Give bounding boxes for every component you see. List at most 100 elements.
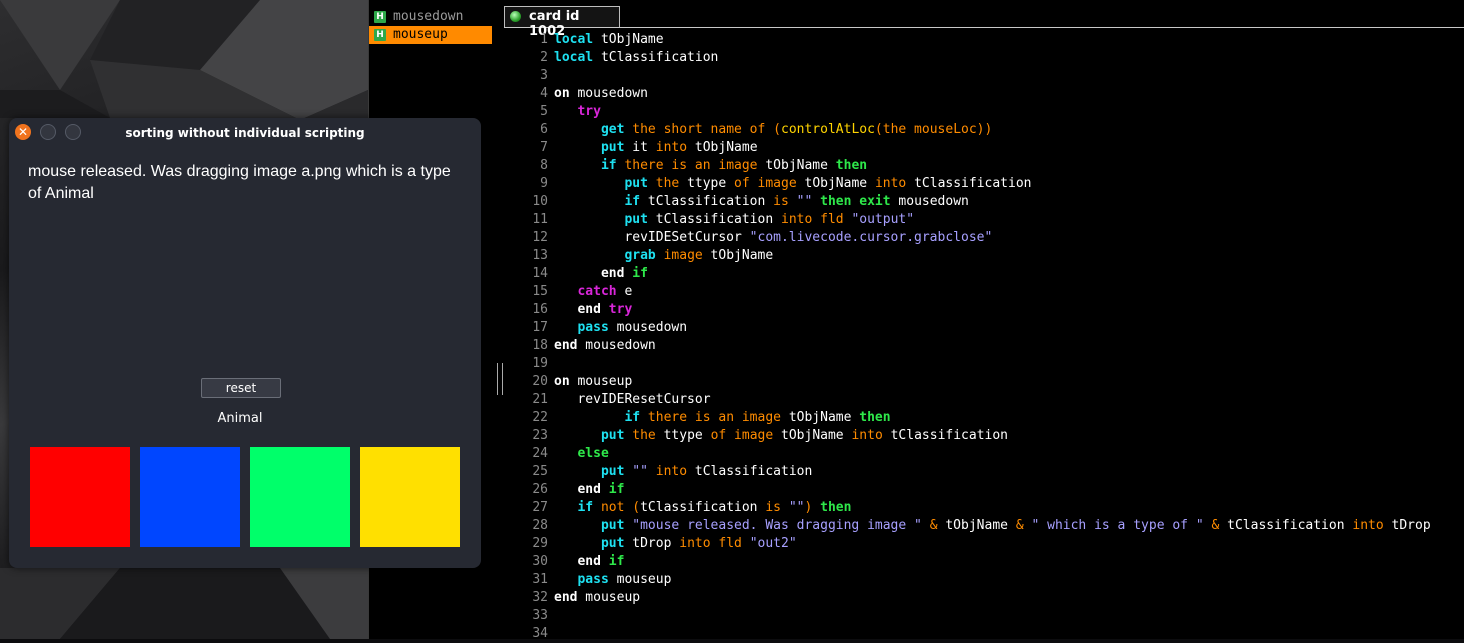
code-token: & [1015, 518, 1024, 533]
code-token: then [820, 500, 852, 515]
code-line[interactable]: put "mouse released. Was dragging image … [554, 517, 1464, 535]
handler-item-mouseup[interactable]: Hmouseup [369, 26, 493, 44]
code-line[interactable]: if there is an image tObjName then [554, 409, 1464, 427]
code-line[interactable]: revIDESetCursor "com.livecode.cursor.gra… [554, 229, 1464, 247]
yellow-image[interactable] [360, 447, 460, 547]
code-line[interactable]: on mousedown [554, 85, 1464, 103]
code-line[interactable]: get the short name of (controlAtLoc(the … [554, 121, 1464, 139]
code-token: tObjName [687, 140, 758, 155]
line-number: 26 [532, 482, 548, 497]
code-token: "" [624, 464, 656, 479]
code-token: tObjName [757, 158, 836, 173]
code-token: mousedown [608, 320, 688, 335]
code-token: if [600, 482, 625, 497]
code-line[interactable]: put tClassification into fld "output" [554, 211, 1464, 229]
code-line[interactable]: revIDEResetCursor [554, 391, 1464, 409]
code-token: end [577, 554, 601, 569]
line-number: 27 [532, 500, 548, 515]
pane-splitter[interactable] [492, 0, 504, 639]
line-number-gutter: 1 2 3 4 5 6 7 8 9 10 11 12 13 14 15 16 17 18 19 20 21 22 23 24 2… [504, 31, 548, 643]
tab-card[interactable]: card id 1002 [504, 6, 620, 39]
code-line[interactable]: catch e [554, 283, 1464, 301]
window-titlebar[interactable]: ✕ sorting without individual scripting [9, 118, 481, 146]
code-token: "" [788, 194, 821, 209]
code-line[interactable] [554, 625, 1464, 643]
code-line[interactable]: else [554, 445, 1464, 463]
line-number: 16 [532, 302, 548, 317]
code-line[interactable]: end mousedown [554, 337, 1464, 355]
code-token: )) [976, 122, 993, 137]
line-number: 11 [532, 212, 548, 227]
code-line[interactable]: pass mouseup [554, 571, 1464, 589]
code-line[interactable]: put the ttype of image tObjName into tCl… [554, 427, 1464, 445]
code-token: end [600, 266, 625, 281]
code-line[interactable]: local tClassification [554, 49, 1464, 67]
line-number: 2 [540, 50, 548, 65]
code-token: ( [874, 122, 883, 137]
code-token: of image [734, 176, 797, 191]
code-token: put [600, 464, 625, 479]
code-line[interactable]: if not (tClassification is "") then [554, 499, 1464, 517]
code-line[interactable]: if there is an image tObjName then [554, 157, 1464, 175]
code-line[interactable] [554, 607, 1464, 625]
code-line[interactable]: put the ttype of image tObjName into tCl… [554, 175, 1464, 193]
code-token: local [554, 50, 594, 65]
red-image[interactable] [30, 447, 130, 547]
code-token: tClassification [906, 176, 1032, 191]
handler-item-mousedown[interactable]: Hmousedown [369, 8, 493, 26]
line-number: 1 [540, 32, 548, 47]
code-token: the [647, 176, 680, 191]
code-token: end [554, 338, 578, 353]
code-line[interactable]: end mouseup [554, 589, 1464, 607]
reset-button[interactable]: reset [201, 378, 281, 398]
handler-icon: H [374, 29, 386, 41]
code-token: tClassification [640, 194, 774, 209]
line-number: 17 [532, 320, 548, 335]
code-line[interactable]: if tClassification is "" then exit mouse… [554, 193, 1464, 211]
line-number: 21 [532, 392, 548, 407]
code-line[interactable]: put it into tObjName [554, 139, 1464, 157]
code-line[interactable]: try [554, 103, 1464, 121]
green-image[interactable] [250, 447, 350, 547]
code-line[interactable]: on mouseup [554, 373, 1464, 391]
code-line[interactable]: end if [554, 481, 1464, 499]
code-token: "" [781, 500, 805, 515]
code-area[interactable]: local tObjName local tClassification on mo… [554, 31, 1464, 643]
code-token: put [600, 140, 625, 155]
script-editor[interactable]: card id 1002 1 2 3 4 5 6 7 8 9 10 11 12 13 14 15 16 17 18… [504, 0, 1464, 641]
code-line[interactable] [554, 67, 1464, 85]
splitter-grip-icon[interactable] [497, 363, 503, 395]
code-line[interactable]: end if [554, 553, 1464, 571]
code-line[interactable]: end try [554, 301, 1464, 319]
code-token: into fld [679, 536, 742, 551]
blue-image[interactable] [140, 447, 240, 547]
code-line[interactable]: local tObjName [554, 31, 1464, 49]
line-number: 13 [532, 248, 548, 263]
code-token: tClassification [1219, 518, 1353, 533]
code-token: if [600, 158, 617, 173]
code-token: then [859, 410, 891, 425]
code-token: else [577, 446, 609, 461]
code-line[interactable]: put "" into tClassification [554, 463, 1464, 481]
code-token: catch [577, 284, 617, 299]
code-token: mousedown [890, 194, 969, 209]
code-line[interactable]: put tDrop into fld "out2" [554, 535, 1464, 553]
code-token: image [655, 248, 703, 263]
code-token: "output" [843, 212, 915, 227]
code-line[interactable]: pass mousedown [554, 319, 1464, 337]
code-line[interactable]: grab image tObjName [554, 247, 1464, 265]
code-line[interactable] [554, 355, 1464, 373]
code-line[interactable]: end if [554, 265, 1464, 283]
